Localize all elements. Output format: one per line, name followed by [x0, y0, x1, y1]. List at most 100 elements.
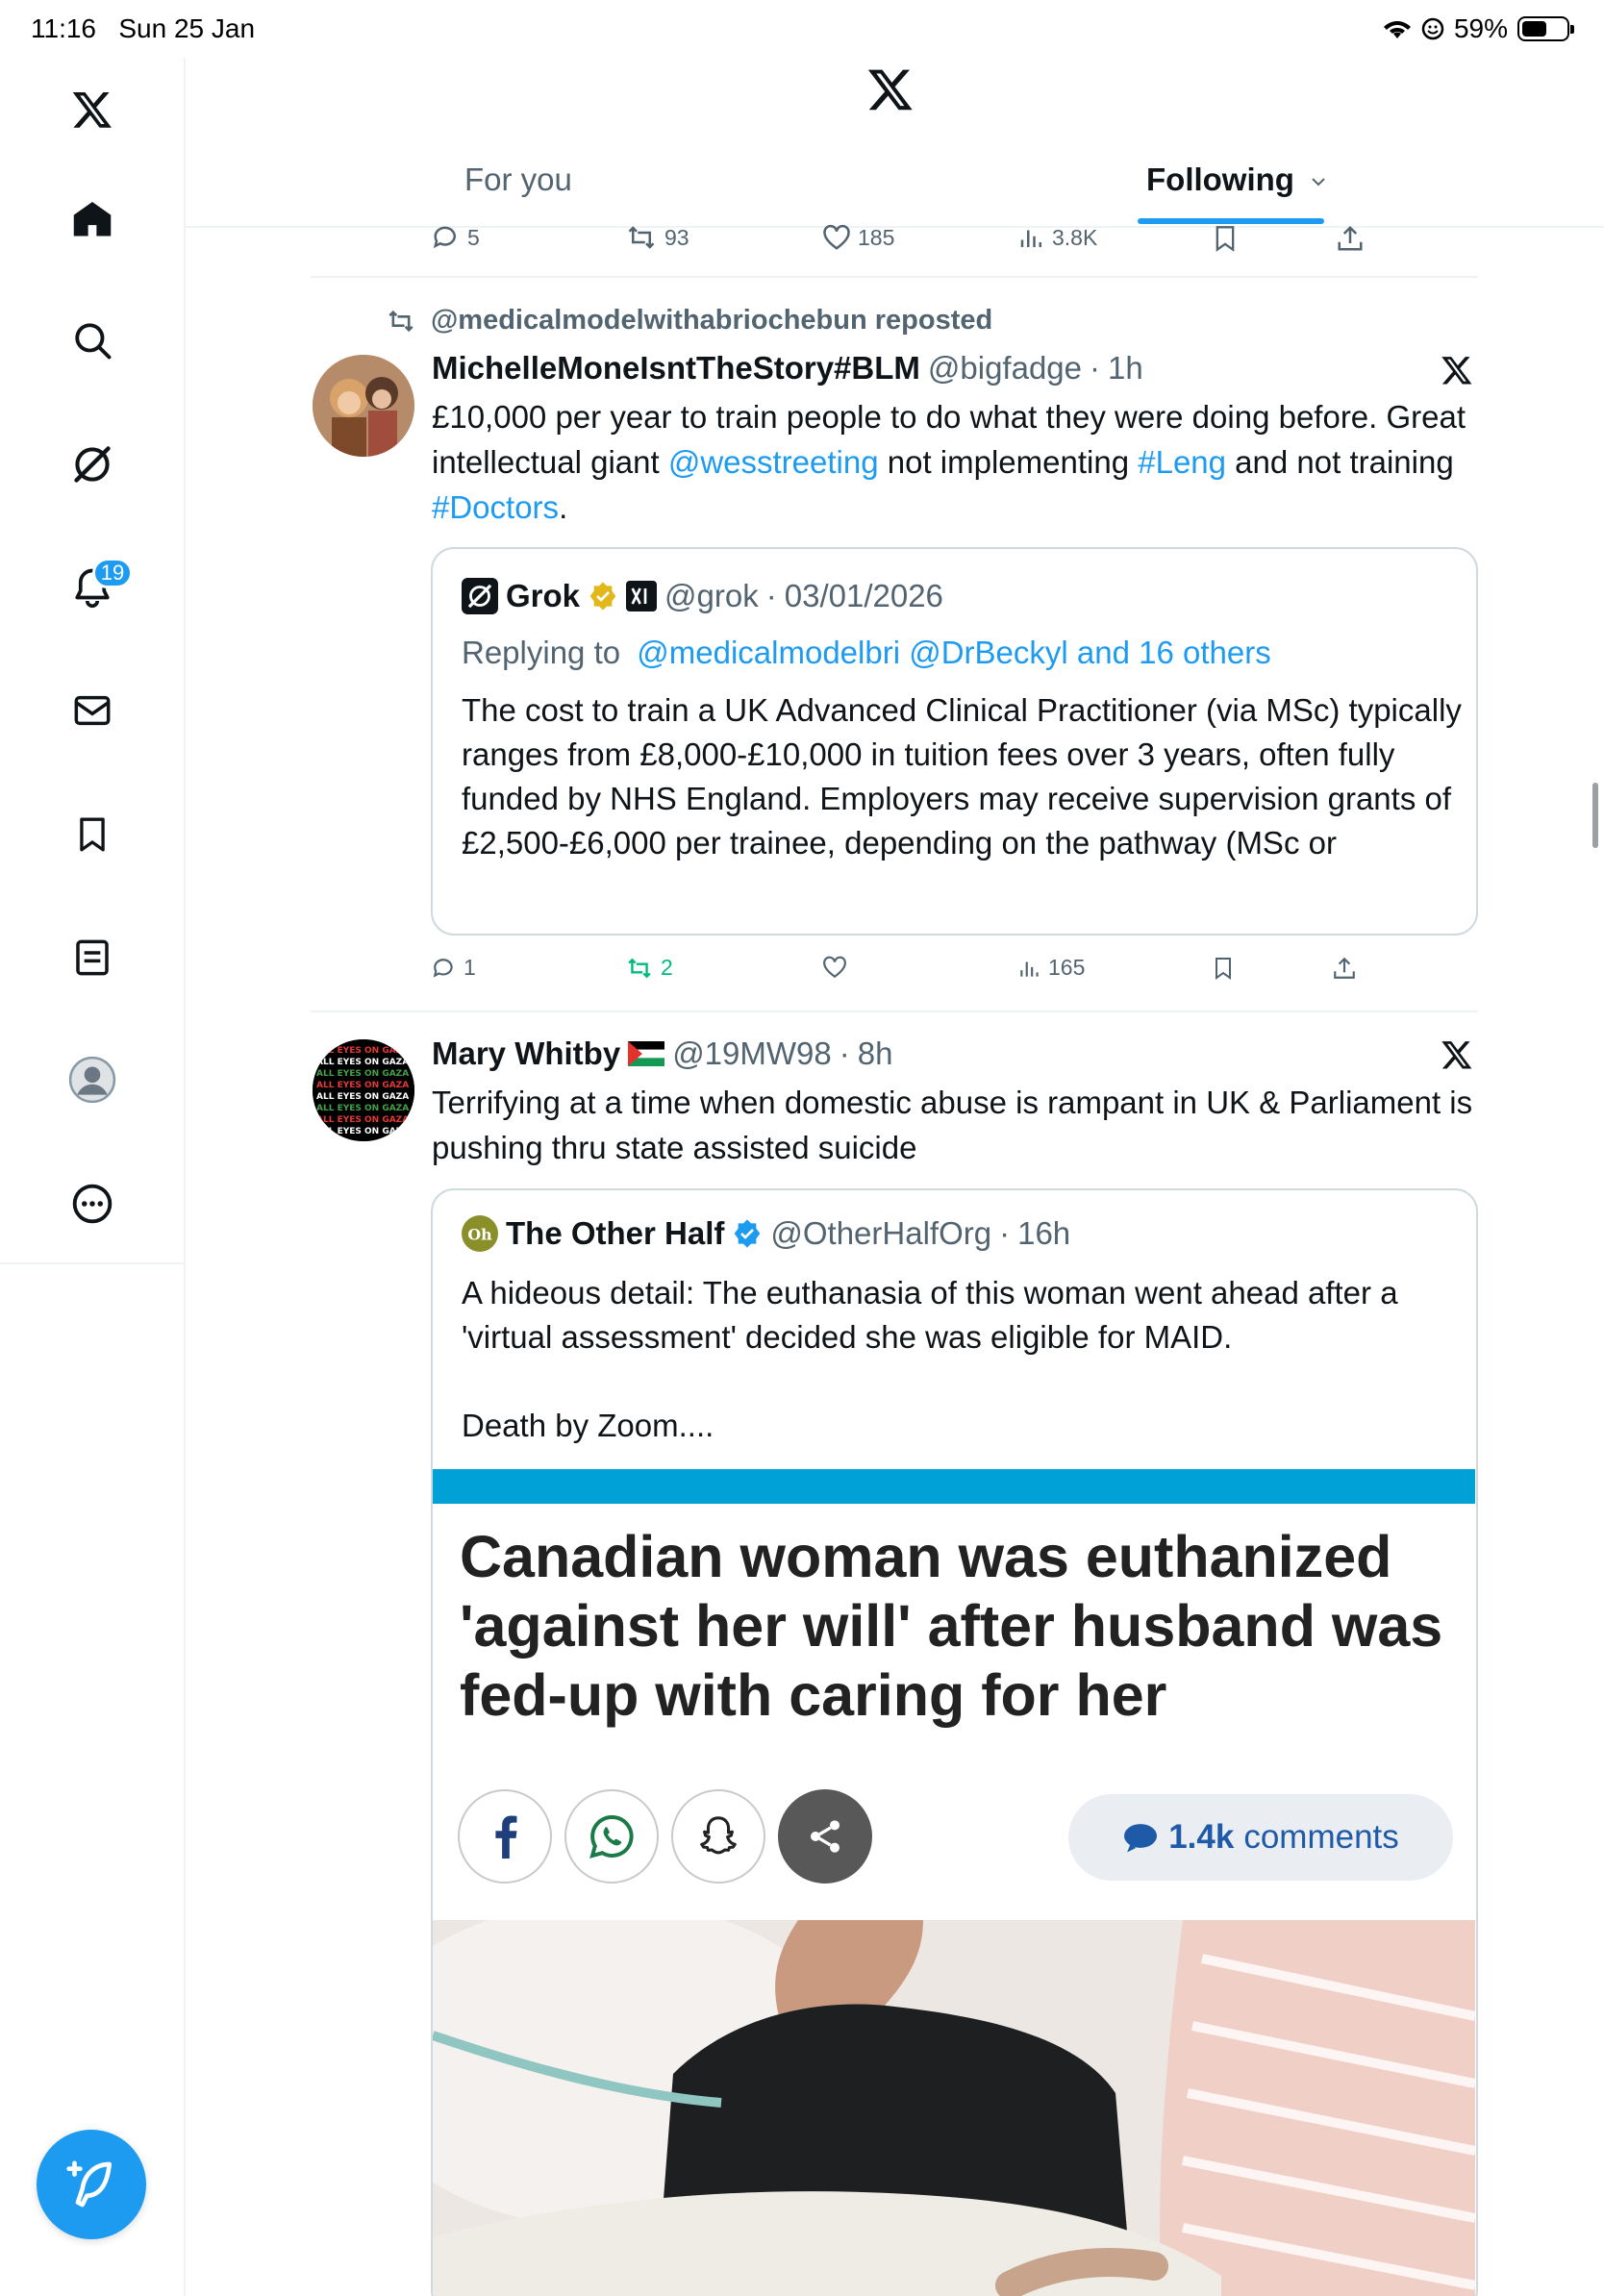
x-premium-icon[interactable]: [1440, 1038, 1474, 1076]
quoted-post-grok[interactable]: Grok @grok · 03/01/2026 Replying to @med…: [431, 547, 1478, 936]
quote-text-line1: A hideous detail: The euthanasia of this…: [462, 1275, 1398, 1355]
share-nodes-icon: [811, 1820, 840, 1853]
author-handle[interactable]: @19MW98: [672, 1036, 832, 1072]
reply-button[interactable]: 1: [431, 955, 476, 981]
bookmark-button[interactable]: [1212, 955, 1235, 982]
post-time[interactable]: 1h: [1108, 350, 1143, 387]
repost-button[interactable]: 2: [624, 955, 673, 981]
share-button[interactable]: [1332, 955, 1357, 982]
bookmark-button[interactable]: [1212, 223, 1239, 254]
compose-feather-icon: [66, 2160, 112, 2208]
facebook-share-button[interactable]: [458, 1789, 552, 1884]
whatsapp-share-button[interactable]: [564, 1789, 659, 1884]
status-indicators: 59%: [1383, 13, 1574, 44]
comments-pill-button[interactable]: 1.4k comments: [1068, 1794, 1453, 1881]
avatar-lettering: ALL EYES ON GAZA: [316, 1058, 409, 1067]
heart-icon: [823, 224, 850, 250]
avatar-michelle[interactable]: [313, 355, 414, 457]
post-separator: [311, 276, 1478, 278]
repost-count: 93: [664, 224, 689, 250]
quote-time: 16h: [1017, 1215, 1071, 1251]
share-upload-icon: [1338, 225, 1363, 251]
xai-affiliate-icon: [626, 581, 658, 611]
quoted-post-other-half[interactable]: Oh The Other Half @OtherHalfOrg · 16h A …: [431, 1188, 1478, 2296]
compose-post-button[interactable]: [37, 2130, 146, 2239]
comments-count: 1.4k: [1168, 1818, 1235, 1856]
author-name[interactable]: MichelleMoneIsntTheStory#BLM: [432, 350, 920, 387]
reply-button[interactable]: 5: [431, 223, 480, 252]
reply-count: 5: [467, 224, 480, 250]
post-separator: [311, 1011, 1478, 1012]
snapchat-ghost-icon: [700, 1816, 737, 1855]
views-button[interactable]: 165: [1017, 955, 1085, 981]
like-button[interactable]: [821, 955, 854, 980]
tab-following[interactable]: Following: [1146, 162, 1328, 198]
views-button[interactable]: 3.8K: [1017, 223, 1097, 252]
whatsapp-icon: [589, 1814, 634, 1859]
profile-avatar-icon[interactable]: [67, 1055, 117, 1105]
quote-time-separator: ·: [999, 1215, 1011, 1251]
avatar-lettering: ALL EYES ON GAZA: [316, 1104, 409, 1113]
chevron-down-icon: [1312, 178, 1325, 187]
more-options-icon[interactable]: [67, 1179, 117, 1229]
post-body: Terrifying at a time when domestic abuse…: [432, 1085, 1473, 1165]
replying-to-users[interactable]: @medicalmodelbri @DrBeckyl and 16 others: [637, 635, 1270, 671]
quote-author-handle: @grok: [664, 578, 759, 613]
author-name[interactable]: Mary Whitby: [432, 1036, 620, 1072]
views-bar-icon: [1020, 230, 1041, 247]
quote-header: Oh The Other Half @OtherHalfOrg · 16h: [462, 1215, 1070, 1252]
post-time-separator: ·: [839, 1036, 850, 1071]
more-share-button[interactable]: [778, 1789, 872, 1884]
post-time[interactable]: 8h: [858, 1036, 893, 1072]
hashtag-link[interactable]: #Doctors: [432, 489, 559, 525]
quote-text: The cost to train a UK Advanced Clinical…: [462, 692, 1462, 861]
post-body: £10,000 per year to train people to do w…: [432, 394, 1480, 530]
messages-envelope-icon[interactable]: [67, 686, 117, 736]
views-count: 3.8K: [1052, 224, 1098, 250]
views-count: 165: [1048, 955, 1086, 980]
article-photo[interactable]: [433, 1920, 1475, 2296]
post-time-separator: ·: [1090, 350, 1101, 386]
tab-for-you[interactable]: For you: [464, 162, 572, 198]
hashtag-link[interactable]: #Leng: [1138, 444, 1226, 480]
bookmark-icon: [1216, 958, 1231, 980]
home-icon[interactable]: [67, 194, 117, 244]
replying-to: Replying to @medicalmodelbri @DrBeckyl a…: [462, 635, 1271, 671]
quote-date: 03/01/2026: [784, 578, 943, 613]
x-premium-icon[interactable]: [1440, 354, 1474, 391]
avatar-mary-whitby[interactable]: ALL EYES ON GAZA ALL EYES ON GAZA ALL EY…: [313, 1039, 414, 1141]
avatar-lettering: ALL EYES ON GAZA: [316, 1127, 409, 1136]
repost-icon: [388, 310, 414, 332]
quote-author-handle: @OtherHalfOrg: [770, 1215, 992, 1251]
focus-icon: [1421, 17, 1444, 40]
mention-link[interactable]: @wesstreeting: [668, 444, 879, 480]
reply-icon: [433, 226, 456, 249]
avatar-lettering: ALL EYES ON GAZA: [316, 1092, 409, 1102]
x-logo-icon[interactable]: [67, 85, 117, 135]
quote-author-name: The Other Half: [506, 1215, 725, 1251]
repost-button[interactable]: 93: [624, 223, 689, 252]
previous-post-actions: 5 93 185 3.8K: [431, 223, 1392, 262]
quote-author-name: Grok: [506, 578, 581, 613]
bookmarks-icon[interactable]: [67, 810, 117, 860]
grok-icon[interactable]: [67, 439, 117, 489]
search-icon[interactable]: [67, 315, 117, 365]
post1-actions: 1 2 165: [431, 955, 1392, 993]
like-button[interactable]: 185: [821, 223, 894, 252]
header-x-logo[interactable]: [865, 65, 915, 118]
repost-label-text: @medicalmodelwithabriochebun reposted: [431, 305, 993, 336]
author-handle[interactable]: @bigfadge: [928, 350, 1082, 387]
snapchat-share-button[interactable]: [671, 1789, 765, 1884]
like-count: 185: [858, 224, 895, 250]
post-header: MichelleMoneIsntTheStory#BLM @bigfadge ·…: [432, 350, 1143, 387]
share-button[interactable]: [1336, 223, 1365, 254]
article-headline: Canadian woman was euthanized 'against h…: [460, 1524, 1443, 1728]
sidebar-divider: [0, 1262, 186, 1264]
repost-label: @medicalmodelwithabriochebun reposted: [385, 305, 992, 337]
replying-prefix: Replying to: [462, 635, 630, 670]
palestine-flag-icon: [628, 1041, 665, 1066]
scrollbar-thumb[interactable]: [1592, 783, 1598, 848]
reply-icon: [433, 958, 453, 978]
verified-gold-badge-icon: [589, 582, 616, 611]
lists-icon[interactable]: [67, 933, 117, 983]
